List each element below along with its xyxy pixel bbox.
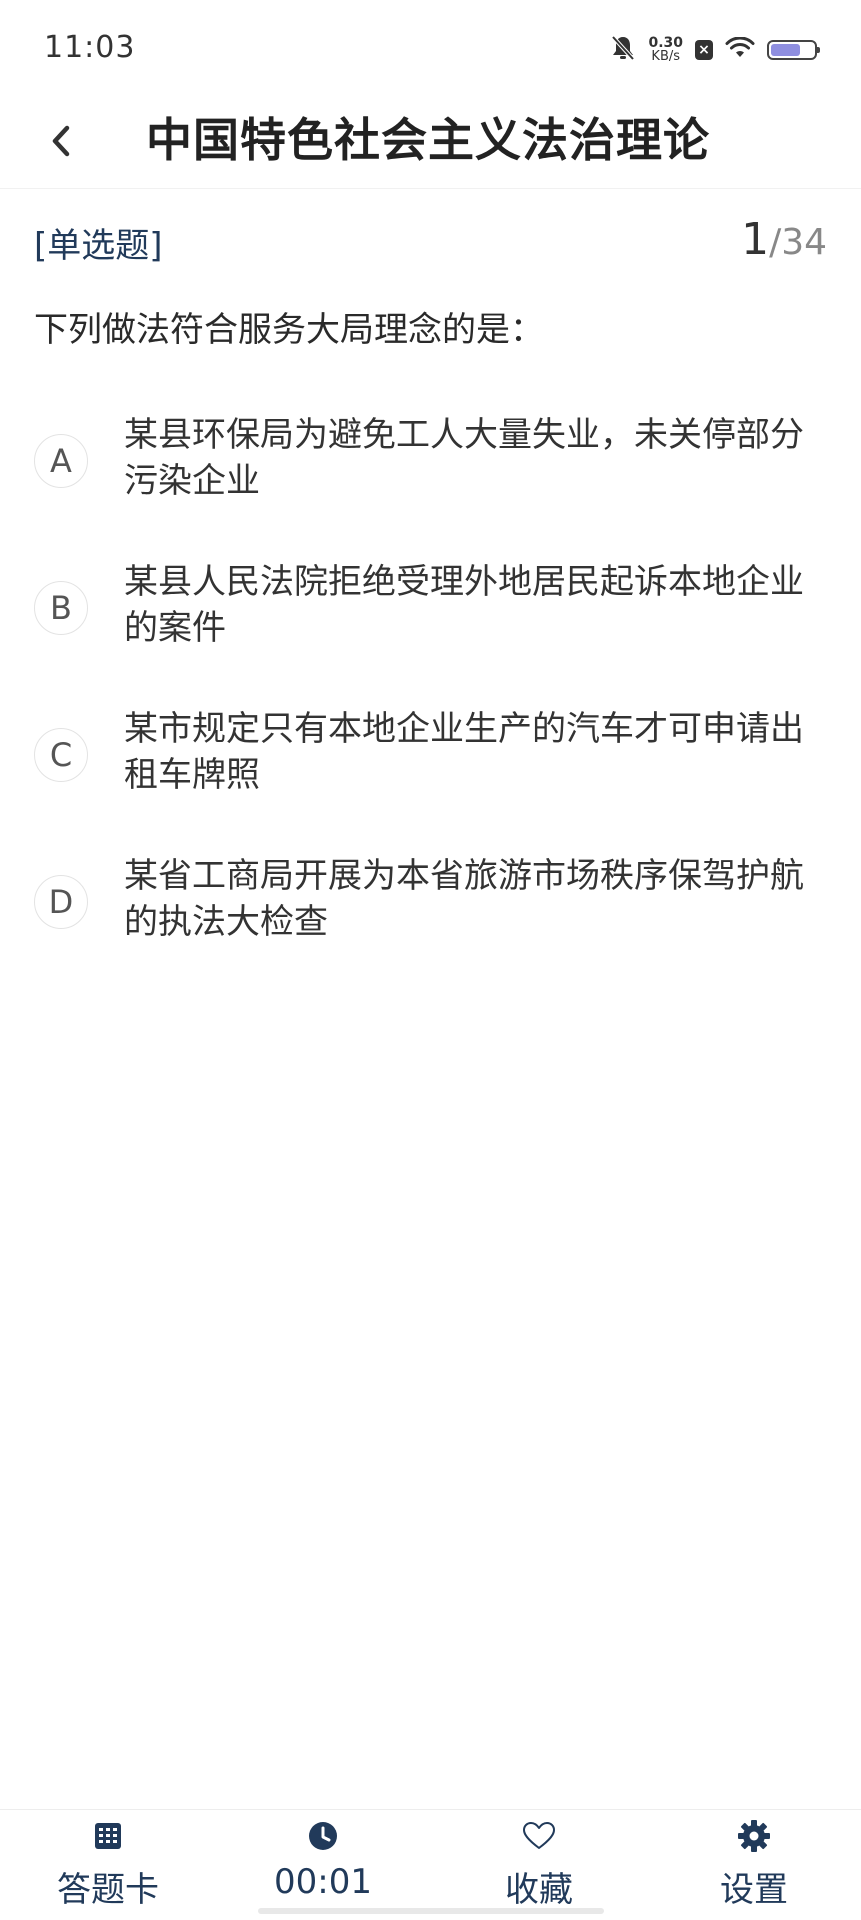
option-text[interactable]: 某县环保局为避免工人大量失业，未关停部分污染企业 — [124, 412, 824, 504]
tab-label: 答题卡 — [57, 1870, 159, 1910]
option-text[interactable]: 某省工商局开展为本省旅游市场秩序保驾护航的执法大检查 — [124, 853, 824, 945]
page-title: 中国特色社会主义法治理论 — [146, 113, 710, 167]
grid-calendar-icon — [90, 1818, 126, 1854]
question-counter: 1/34 — [741, 214, 827, 265]
mute-bell-icon — [610, 34, 636, 66]
question-type: [单选题] — [34, 226, 163, 266]
question-current-number: 1 — [741, 214, 770, 265]
option-d[interactable]: D 某省工商局开展为本省旅游市场秩序保驾护航的执法大检查 — [0, 853, 861, 973]
app-header: 中国特色社会主义法治理论 — [0, 100, 861, 189]
clock-icon — [305, 1818, 341, 1854]
option-c[interactable]: C 某市规定只有本地企业生产的汽车才可申请出租车牌照 — [0, 706, 861, 826]
option-key-circle[interactable]: B — [34, 581, 88, 635]
option-key-circle[interactable]: D — [34, 875, 88, 929]
tab-answer-card[interactable]: 答题卡 — [18, 1818, 198, 1911]
tab-favorite[interactable]: 收藏 — [449, 1818, 629, 1911]
tab-settings[interactable]: 设置 — [664, 1818, 844, 1911]
option-a[interactable]: A 某县环保局为避免工人大量失业，未关停部分污染企业 — [0, 412, 861, 532]
timer-value: 00:01 — [274, 1862, 372, 1902]
tab-label: 设置 — [720, 1870, 788, 1910]
tab-timer[interactable]: 00:01 — [233, 1818, 413, 1902]
home-indicator[interactable] — [258, 1908, 604, 1914]
back-button[interactable] — [28, 110, 94, 176]
option-key-circle[interactable]: C — [34, 728, 88, 782]
question-text: 下列做法符合服务大局理念的是： — [34, 310, 544, 350]
wifi-icon — [725, 36, 755, 63]
option-text[interactable]: 某县人民法院拒绝受理外地居民起诉本地企业的案件 — [124, 559, 824, 651]
network-speed-unit: KB/s — [651, 49, 681, 64]
network-speed: 0.30 KB/s — [648, 36, 683, 64]
no-sim-icon: × — [695, 40, 713, 60]
option-b[interactable]: B 某县人民法院拒绝受理外地居民起诉本地企业的案件 — [0, 559, 861, 679]
heart-icon — [521, 1818, 557, 1854]
status-icons: 0.30 KB/s × — [610, 30, 820, 70]
tab-label: 收藏 — [505, 1870, 573, 1910]
battery-level — [771, 44, 801, 56]
bottom-tab-bar: 答题卡 00:01 收藏 设置 — [0, 1809, 861, 1920]
question-total: /34 — [769, 222, 827, 263]
battery-icon — [767, 40, 820, 60]
option-key-circle[interactable]: A — [34, 434, 88, 488]
gear-icon — [736, 1818, 772, 1854]
chevron-left-icon — [46, 123, 76, 163]
option-text[interactable]: 某市规定只有本地企业生产的汽车才可申请出租车牌照 — [124, 706, 824, 798]
status-bar: 11:03 0.30 KB/s × — [0, 0, 861, 100]
status-time: 11:03 — [44, 30, 136, 65]
